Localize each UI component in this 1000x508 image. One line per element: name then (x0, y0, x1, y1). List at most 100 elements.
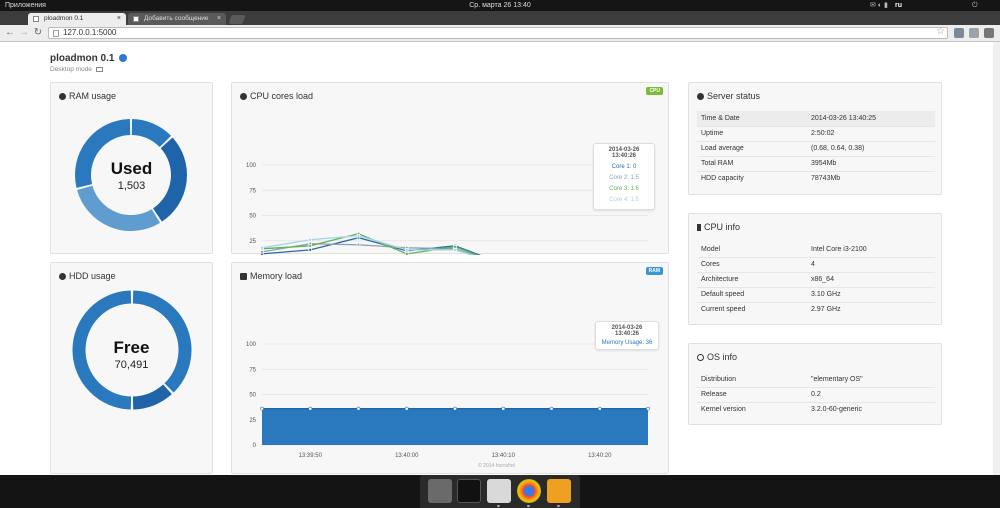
desktop-mode-label[interactable]: Desktop mode (50, 66, 103, 73)
info-row: HDD capacity 78743Mb (697, 170, 935, 186)
keyboard-layout-indicator[interactable]: ru (895, 0, 902, 11)
info-value: 3954Mb (807, 155, 935, 171)
running-indicator (497, 505, 500, 507)
tab-ploadmon[interactable]: ploadmon 0.1 × (28, 13, 126, 25)
hdd-donut-value: 70,491 (114, 359, 149, 371)
y-tick-label: 50 (249, 393, 256, 399)
app-icon[interactable] (547, 479, 571, 503)
y-tick-label: 75 (249, 188, 256, 194)
ram-donut-value: 1,503 (117, 180, 146, 192)
data-point[interactable] (308, 406, 313, 411)
bookmark-star-icon[interactable]: ☆ (936, 27, 945, 37)
extension-icon[interactable] (954, 28, 964, 38)
running-indicator (557, 505, 560, 507)
info-row: Cores 4 (697, 256, 935, 272)
cpu-info-table: Model Intel Core i3-2100 Cores 4 Architectur… (697, 242, 935, 317)
hdd-segment-used[interactable] (132, 384, 172, 410)
data-point[interactable] (356, 242, 361, 247)
tooltip-core-1: Core 1: 0 (611, 164, 637, 170)
data-point[interactable] (453, 248, 457, 252)
info-value: Intel Core i3-2100 (811, 245, 867, 253)
data-point[interactable] (453, 406, 457, 411)
cpu-chart-tooltip: 2014-03-26 13:40:26 Core 1: 0 Core 2: 1.… (593, 143, 655, 210)
hdd-usage-panel: HDD usage Free 70,491 (50, 262, 213, 474)
tooltip-core-3: Core 3: 1.6 (609, 186, 639, 192)
data-point[interactable] (356, 233, 361, 238)
back-button[interactable]: ← (5, 28, 15, 38)
ram-segment-cached[interactable] (131, 119, 172, 148)
address-bar[interactable]: 127.0.0.1:5000 ☆ (48, 27, 948, 39)
info-row: Model Intel Core i3-2100 (697, 242, 935, 257)
tab-close-icon[interactable]: × (117, 13, 121, 25)
system-settings-icon[interactable] (428, 479, 452, 503)
new-tab-button[interactable] (228, 15, 246, 24)
data-point[interactable] (260, 250, 264, 254)
x-tick-label: 13:39:50 (299, 453, 323, 459)
info-key: Load average (697, 140, 807, 156)
ram-segment-buffers[interactable] (77, 185, 161, 231)
page-icon (53, 30, 59, 37)
github-icon[interactable] (119, 54, 128, 63)
info-icon (59, 273, 66, 280)
info-key: Distribution (701, 375, 737, 383)
info-key: Time & Date (697, 111, 807, 126)
system-clock[interactable]: Ср. марта 26 13:40 (0, 0, 1000, 11)
tab-add-message[interactable]: Добавить сообщение × (128, 13, 226, 25)
memory-area-chart[interactable]: 0 25 50 75 100 13:39:50 13:40:00 13:40:10 13:40:… (232, 263, 670, 475)
lightning-icon (697, 224, 701, 231)
memory-area (262, 408, 648, 445)
menu-icon[interactable] (984, 28, 994, 38)
info-key: Cores (697, 256, 807, 272)
extension-icon[interactable] (969, 28, 979, 38)
info-key: Uptime (697, 125, 807, 141)
data-point[interactable] (260, 246, 264, 250)
data-point[interactable] (404, 406, 409, 411)
panel-title: HDD usage (59, 271, 116, 281)
server-status-table: Time & Date 2014-03-26 13:40:25 Uptime 2:50… (697, 111, 935, 186)
terminal-icon[interactable] (457, 479, 481, 503)
data-point[interactable] (308, 244, 313, 248)
panel-title: CPU info (697, 222, 740, 232)
info-row: Current speed 2.97 GHz (697, 301, 935, 317)
monitor-icon (95, 66, 103, 72)
info-icon (59, 93, 66, 100)
page-content: ploadmon 0.1 Desktop mode RAM usage Used… (0, 42, 1000, 475)
system-indicator-icons[interactable]: ✉ ◐ ▮ (870, 0, 888, 11)
info-row: Distribution "elementary OS" (697, 372, 935, 387)
power-icon[interactable]: ⏻ (972, 0, 978, 11)
tab-close-icon[interactable]: × (217, 13, 221, 25)
ram-donut-label: Used (110, 159, 153, 178)
data-point[interactable] (646, 406, 650, 411)
data-point[interactable] (260, 406, 264, 411)
info-value: 4 (807, 256, 935, 272)
data-point[interactable] (404, 252, 409, 255)
browser-toolbar: ← → ↻ 127.0.0.1:5000 ☆ (0, 25, 1000, 42)
page-favicon-icon (133, 16, 139, 22)
forward-button[interactable]: → (19, 28, 29, 38)
info-row: Release 0.2 (697, 386, 935, 402)
files-icon[interactable] (487, 479, 511, 503)
running-indicator (527, 505, 530, 507)
data-point[interactable] (308, 237, 313, 242)
panel-title: OS info (697, 352, 737, 362)
data-point[interactable] (597, 406, 602, 411)
chrome-icon[interactable] (517, 479, 541, 503)
ram-usage-panel: RAM usage Used 1,503 (50, 82, 213, 254)
info-row: Architecture x86_64 (697, 271, 935, 287)
info-value: 2.97 GHz (807, 301, 935, 317)
data-point[interactable] (453, 245, 457, 249)
page-scrollbar[interactable] (993, 42, 1000, 475)
info-value: 2:50:02 (807, 125, 935, 141)
data-point[interactable] (549, 406, 554, 411)
x-tick-label: 13:40:10 (492, 453, 516, 459)
reload-button[interactable]: ↻ (33, 28, 43, 38)
data-point[interactable] (356, 406, 361, 411)
y-tick-label: 50 (249, 214, 256, 220)
hdd-donut-label: Free (113, 338, 150, 357)
y-tick-label: 100 (246, 163, 257, 169)
data-point[interactable] (308, 248, 313, 252)
data-point[interactable] (404, 248, 409, 252)
y-tick-label: 25 (249, 239, 256, 245)
address-bar-text: 127.0.0.1:5000 (63, 28, 117, 37)
data-point[interactable] (501, 406, 506, 411)
